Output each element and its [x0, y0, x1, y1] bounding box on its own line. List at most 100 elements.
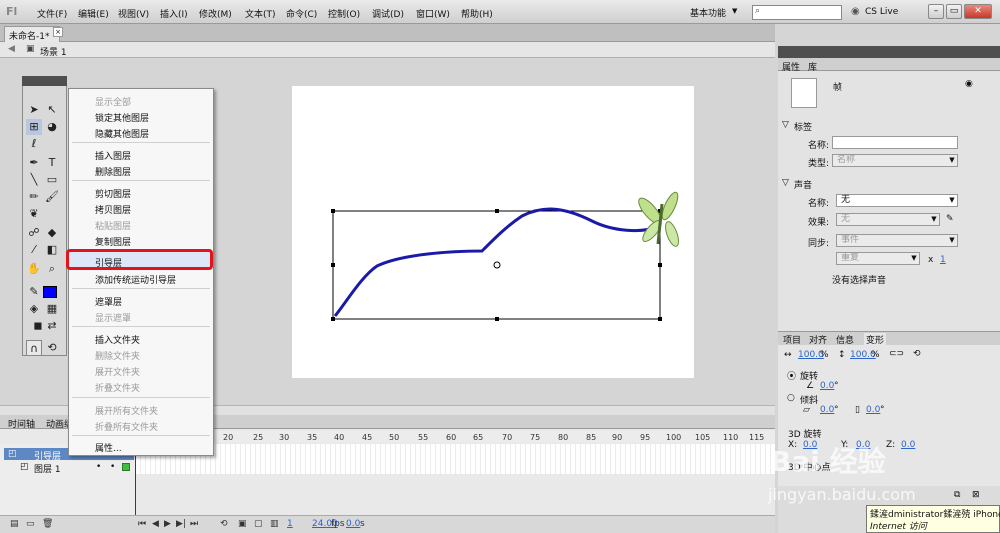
fill-color-swatch[interactable]: [43, 286, 57, 298]
menu-item-insert-folder[interactable]: 插入文件夹: [95, 333, 140, 346]
pen-tool-icon[interactable]: ✒: [26, 155, 42, 171]
visibility-dot[interactable]: •: [96, 462, 101, 472]
menu-item-show-all[interactable]: 显示全部: [95, 95, 131, 108]
duplicate-transform-icon[interactable]: ⧉: [954, 490, 960, 500]
onion-skin-icon[interactable]: ▣: [238, 519, 247, 529]
sound-effect-select[interactable]: 无: [836, 213, 940, 226]
line-tool-icon[interactable]: ╲: [26, 172, 42, 188]
menu-item-hide-others[interactable]: 隐藏其他图层: [95, 127, 149, 140]
layer-outline-color[interactable]: [122, 463, 130, 471]
maximize-button[interactable]: ▭: [946, 4, 962, 19]
menu-item-expand-all-folders[interactable]: 展开所有文件夹: [95, 404, 158, 417]
repeat-count[interactable]: 1: [940, 255, 946, 265]
skew-v-value[interactable]: 0.0: [866, 405, 880, 415]
tools-titlebar[interactable]: [22, 76, 67, 86]
workspace-switcher[interactable]: 基本功能: [690, 6, 726, 19]
delete-layer-icon[interactable]: 🗑: [42, 519, 53, 529]
hand-tool-icon[interactable]: ✋: [26, 261, 42, 277]
fill-color-icon[interactable]: ◈: [26, 301, 42, 317]
label-section-title[interactable]: 标签: [794, 120, 812, 133]
skew-radio[interactable]: ○: [787, 393, 795, 403]
edit-pencil-icon[interactable]: ✎: [946, 214, 954, 224]
current-frame[interactable]: 1: [287, 519, 293, 529]
document-tab[interactable]: 未命名-1*: [4, 26, 60, 42]
menu-item-delete-layer[interactable]: 删除图层: [95, 165, 131, 178]
swap-colors-icon[interactable]: ⇄: [44, 318, 60, 334]
last-frame-icon[interactable]: ⏭: [190, 519, 198, 529]
menu-item-lock-others[interactable]: 锁定其他图层: [95, 111, 149, 124]
cslive-button[interactable]: CS Live: [865, 7, 898, 17]
panel-titlebar[interactable]: [778, 46, 1000, 58]
menu-item-collapse-all-folders[interactable]: 折叠所有文件夹: [95, 420, 158, 433]
minimize-button[interactable]: –: [928, 4, 944, 19]
rotate-radio[interactable]: ⦿: [787, 369, 796, 382]
back-arrow-icon[interactable]: ◀: [8, 44, 15, 54]
new-folder-icon[interactable]: ▭: [26, 519, 35, 529]
snap-magnet-icon[interactable]: ∩: [26, 340, 42, 356]
menu-item-expand-folder[interactable]: 展开文件夹: [95, 365, 140, 378]
help-icon[interactable]: ◉: [965, 79, 973, 89]
brush-tool-icon[interactable]: 🖌: [44, 189, 60, 205]
rectangle-tool-icon[interactable]: ▭: [44, 172, 60, 188]
menu-view[interactable]: 视图(V): [118, 7, 149, 20]
swatch-grid-icon[interactable]: ▦: [44, 301, 60, 317]
new-layer-icon[interactable]: ▤: [10, 519, 19, 529]
search-input[interactable]: [752, 5, 842, 20]
menu-item-add-motion-guide[interactable]: 添加传统运动引导层: [95, 273, 176, 286]
menu-file[interactable]: 文件(F): [37, 7, 67, 20]
close-button[interactable]: ✕: [964, 4, 992, 19]
frame-name-input[interactable]: [832, 136, 958, 149]
menu-item-insert-layer[interactable]: 插入图层: [95, 149, 131, 162]
menu-item-copy-layer[interactable]: 拷贝图层: [95, 203, 131, 216]
onion-outline-icon[interactable]: ▢: [254, 519, 263, 529]
rotate3d-z[interactable]: 0.0: [901, 440, 915, 450]
frames-grid[interactable]: [136, 444, 775, 474]
menu-commands[interactable]: 命令(C): [286, 7, 317, 20]
menu-item-properties[interactable]: 属性...: [95, 441, 122, 454]
free-transform-tool-icon[interactable]: ⊞: [26, 119, 42, 135]
menu-item-paste-layer[interactable]: 粘贴图层: [95, 219, 131, 232]
expand-arrow-icon[interactable]: ▽: [782, 178, 789, 188]
pencil-tool-icon[interactable]: ✏: [26, 189, 42, 205]
play-icon[interactable]: ▶: [164, 519, 171, 529]
menu-window[interactable]: 窗口(W): [416, 7, 450, 20]
eyedropper-tool-icon[interactable]: ⁄: [26, 242, 42, 258]
expand-arrow-icon[interactable]: ▽: [782, 120, 789, 130]
loop-icon[interactable]: ⟲: [220, 519, 228, 529]
label-type-select[interactable]: 名称: [832, 154, 958, 167]
sound-sync-select[interactable]: 事件: [836, 234, 958, 247]
menu-modify[interactable]: 修改(M): [199, 7, 232, 20]
deco-tool-icon[interactable]: ❦: [26, 206, 42, 222]
menu-item-show-mask[interactable]: 显示遮罩: [95, 311, 131, 324]
layer-name[interactable]: 引导层: [34, 449, 61, 462]
next-frame-icon[interactable]: ▶|: [176, 519, 186, 529]
first-frame-icon[interactable]: ⏮: [138, 519, 146, 529]
text-tool-icon[interactable]: T: [44, 155, 60, 171]
smooth-icon[interactable]: ⟲: [44, 340, 60, 356]
selection-tool-icon[interactable]: ➤: [26, 102, 42, 118]
elapsed-time[interactable]: 0.0: [346, 519, 360, 529]
menu-insert[interactable]: 插入(I): [160, 7, 188, 20]
bone-tool-icon[interactable]: ☍: [26, 225, 42, 241]
menu-item-duplicate-layer[interactable]: 复制图层: [95, 235, 131, 248]
layer-name[interactable]: 图层 1: [34, 462, 61, 475]
reset-transform-icon[interactable]: ⊠: [972, 490, 980, 500]
menu-item-guide[interactable]: 引导层: [95, 256, 122, 269]
lock-dot[interactable]: •: [110, 462, 115, 472]
prev-frame-icon[interactable]: ◀: [152, 519, 159, 529]
rotate-value[interactable]: 0.0: [820, 381, 834, 391]
menu-help[interactable]: 帮助(H): [461, 7, 493, 20]
menu-item-delete-folder[interactable]: 删除文件夹: [95, 349, 140, 362]
sound-section-title[interactable]: 声音: [794, 178, 812, 191]
constrain-link-icon[interactable]: ⊂⊃: [889, 349, 904, 359]
menu-edit[interactable]: 编辑(E): [78, 7, 109, 20]
menu-item-cut-layer[interactable]: 剪切图层: [95, 187, 131, 200]
tab-timeline[interactable]: 时间轴: [8, 417, 35, 430]
sound-name-select[interactable]: 无: [836, 194, 958, 207]
menu-debug[interactable]: 调试(D): [372, 7, 404, 20]
edit-multiple-icon[interactable]: ▥: [270, 519, 279, 529]
3d-rotation-tool-icon[interactable]: ◕: [44, 119, 60, 135]
menu-control[interactable]: 控制(O): [328, 7, 360, 20]
menu-text[interactable]: 文本(T): [245, 7, 276, 20]
close-icon[interactable]: ×: [53, 27, 63, 37]
